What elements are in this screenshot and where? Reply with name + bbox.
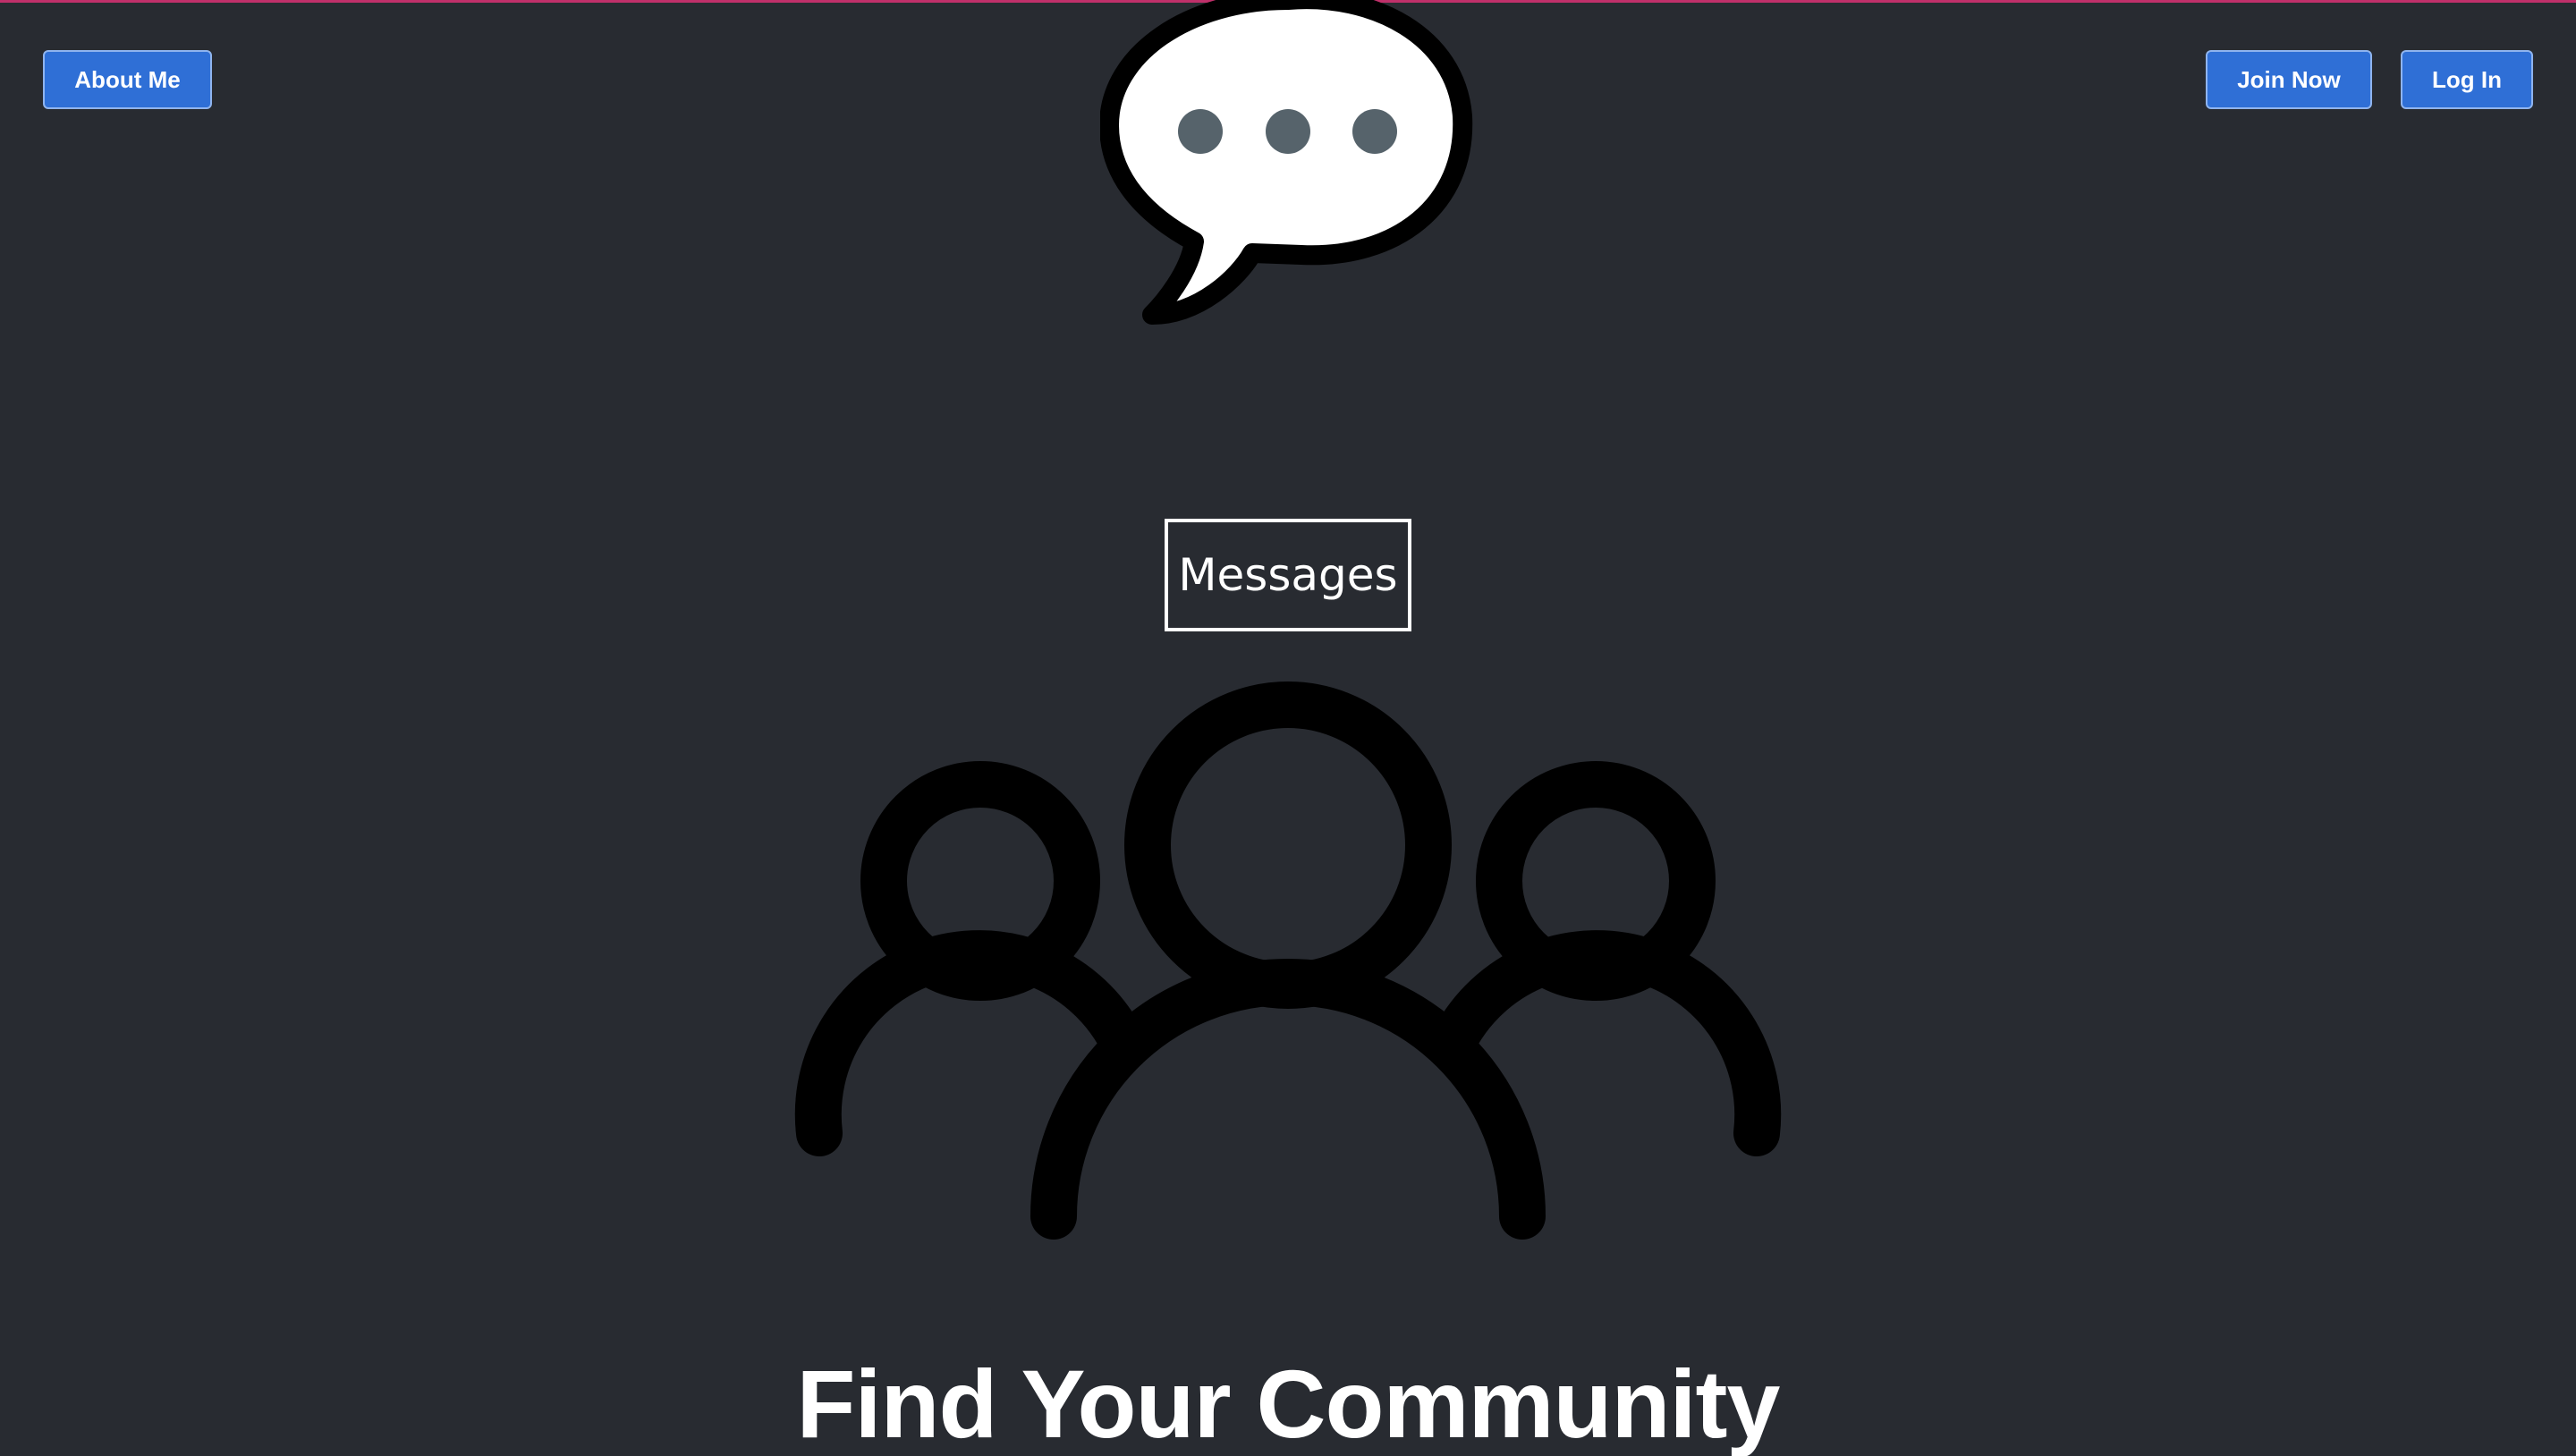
join-now-button[interactable]: Join Now: [2206, 50, 2372, 109]
log-in-button[interactable]: Log In: [2401, 50, 2533, 109]
hero-title: Find Your Community: [796, 1350, 1781, 1456]
landing-page: About Me Join Now Log In Messages Find Y…: [0, 0, 2576, 1456]
speech-bubble-icon: [1100, 0, 1473, 325]
messages-link[interactable]: Messages: [1165, 519, 1411, 631]
about-me-button[interactable]: About Me: [43, 50, 212, 109]
community-group-icon: [794, 681, 1782, 1240]
